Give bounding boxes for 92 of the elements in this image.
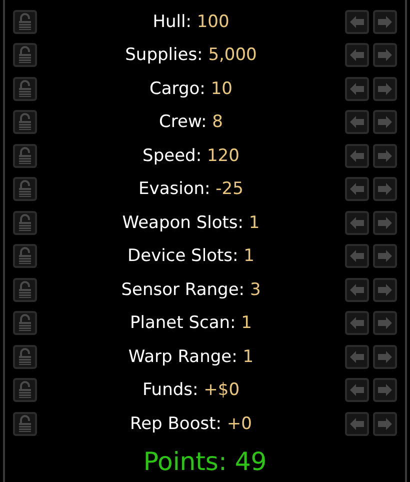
increase-button[interactable] — [373, 344, 397, 369]
stat-text: Cargo: 10 — [148, 78, 234, 99]
open-padlock-icon — [18, 180, 32, 198]
left-arrow-icon — [349, 148, 365, 163]
left-arrow-icon — [349, 48, 365, 62]
lock-button[interactable] — [13, 177, 37, 202]
open-padlock-icon — [18, 214, 32, 232]
decrease-button[interactable] — [345, 144, 369, 168]
right-arrow-icon — [377, 82, 393, 96]
increase-button[interactable] — [373, 76, 397, 101]
decrease-button[interactable] — [345, 311, 369, 336]
left-arrow-icon — [349, 350, 365, 364]
right-arrow-icon — [377, 115, 393, 130]
right-arrow-icon — [377, 350, 393, 364]
lock-button[interactable] — [13, 278, 37, 302]
right-arrow-icon — [377, 249, 393, 264]
open-padlock-icon — [18, 247, 32, 266]
decrease-button[interactable] — [345, 344, 369, 369]
left-arrow-icon — [349, 383, 365, 398]
stat-text: Speed: 120 — [142, 146, 240, 166]
decrease-button[interactable] — [345, 76, 369, 101]
open-padlock-icon — [18, 80, 32, 98]
increase-button[interactable] — [373, 244, 397, 268]
stat-text: Sensor Range: 3 — [120, 280, 262, 300]
right-arrow-icon — [377, 148, 393, 163]
right-arrow-icon — [377, 182, 393, 196]
open-padlock-icon — [18, 348, 32, 366]
right-arrow-icon — [377, 48, 393, 62]
increase-button[interactable] — [373, 412, 397, 436]
stat-text: Supplies: 5,000 — [124, 45, 258, 66]
left-arrow-icon — [349, 14, 365, 29]
stat-text: Weapon Slots: 1 — [121, 212, 261, 233]
right-arrow-icon — [377, 383, 393, 398]
decrease-button[interactable] — [345, 177, 369, 202]
stat-text: Warp Range: 1 — [127, 346, 255, 367]
increase-button[interactable] — [373, 110, 397, 134]
lock-button[interactable] — [13, 110, 37, 134]
lock-button[interactable] — [13, 10, 37, 34]
stat-text: Funds: +$0 — [141, 380, 241, 400]
open-padlock-icon — [18, 12, 32, 31]
decrease-button[interactable] — [345, 210, 369, 235]
stat-text: Hull: 100 — [152, 12, 230, 32]
left-arrow-icon — [349, 249, 365, 264]
left-arrow-icon — [349, 416, 365, 431]
decrease-button[interactable] — [345, 110, 369, 134]
open-padlock-icon — [18, 381, 32, 400]
left-arrow-icon — [349, 82, 365, 96]
lock-button[interactable] — [13, 378, 37, 402]
open-padlock-icon — [18, 46, 32, 64]
stat-text: Planet Scan: 1 — [129, 313, 253, 334]
lock-button[interactable] — [13, 210, 37, 235]
lock-button[interactable] — [13, 43, 37, 68]
decrease-button[interactable] — [345, 244, 369, 268]
stat-text: Evasion: -25 — [138, 179, 244, 200]
right-arrow-icon — [377, 14, 393, 29]
lock-button[interactable] — [13, 76, 37, 101]
right-arrow-icon — [377, 282, 393, 297]
increase-button[interactable] — [373, 43, 397, 68]
lock-button[interactable] — [13, 311, 37, 336]
right-arrow-icon — [377, 416, 393, 431]
decrease-button[interactable] — [345, 412, 369, 436]
increase-button[interactable] — [373, 378, 397, 402]
left-arrow-icon — [349, 282, 365, 297]
decrease-button[interactable] — [345, 378, 369, 402]
left-arrow-icon — [349, 182, 365, 196]
left-arrow-icon — [349, 316, 365, 330]
decrease-button[interactable] — [345, 10, 369, 34]
open-padlock-icon — [18, 280, 32, 299]
left-arrow-icon — [349, 115, 365, 130]
open-padlock-icon — [18, 314, 32, 332]
lock-button[interactable] — [13, 344, 37, 369]
points-total: Points: 49 — [142, 446, 268, 476]
increase-button[interactable] — [373, 177, 397, 202]
open-padlock-icon — [18, 113, 32, 132]
increase-button[interactable] — [373, 10, 397, 34]
increase-button[interactable] — [373, 210, 397, 235]
lock-button[interactable] — [13, 144, 37, 168]
right-arrow-icon — [377, 316, 393, 330]
open-padlock-icon — [18, 146, 32, 165]
open-padlock-icon — [18, 414, 32, 433]
lock-button[interactable] — [13, 412, 37, 436]
left-arrow-icon — [349, 216, 365, 230]
right-arrow-icon — [377, 216, 393, 230]
increase-button[interactable] — [373, 144, 397, 168]
decrease-button[interactable] — [345, 43, 369, 68]
increase-button[interactable] — [373, 311, 397, 336]
stat-text: Rep Boost: +0 — [129, 414, 253, 434]
lock-button[interactable] — [13, 244, 37, 268]
stat-text: Device Slots: 1 — [126, 246, 256, 266]
increase-button[interactable] — [373, 278, 397, 302]
stat-text: Crew: 8 — [158, 112, 224, 132]
decrease-button[interactable] — [345, 278, 369, 302]
